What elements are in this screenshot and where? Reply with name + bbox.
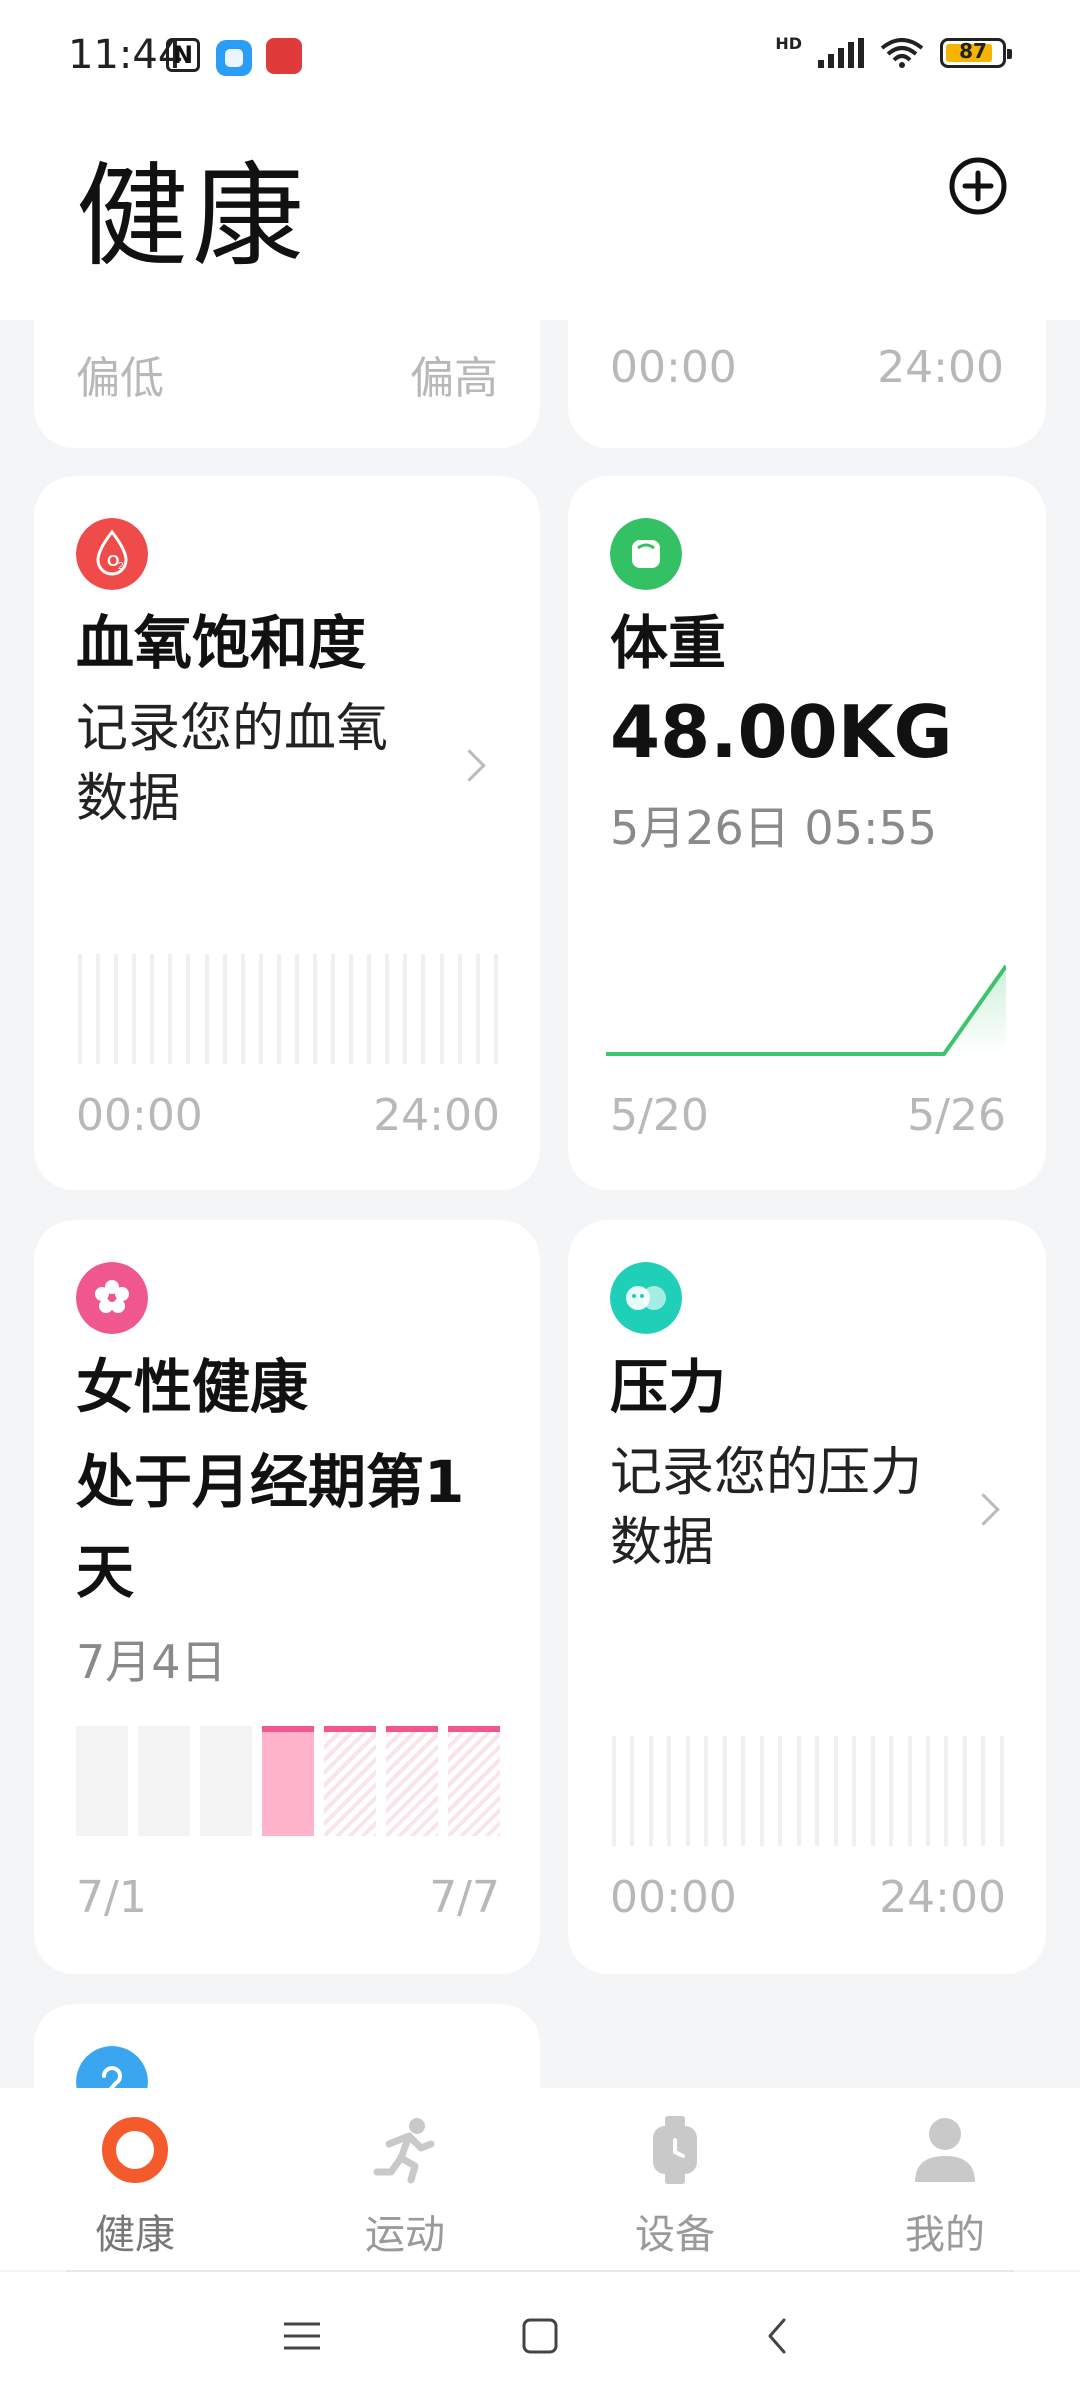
flower-icon bbox=[76, 1262, 148, 1334]
home-icon[interactable] bbox=[520, 2316, 560, 2356]
chevron-right-icon bbox=[453, 749, 486, 782]
app-notification-icon-2 bbox=[266, 38, 302, 74]
health-tab-icon bbox=[102, 2117, 168, 2183]
wifi-icon bbox=[880, 38, 924, 68]
watch-icon bbox=[653, 2116, 697, 2184]
axis-low-label: 偏低 bbox=[76, 353, 164, 404]
female-health-card[interactable]: 女性健康 处于月经期第1天 7月4日 7/1 7/7 bbox=[34, 1220, 540, 1974]
user-icon bbox=[915, 2118, 975, 2182]
weight-title: 体重 bbox=[610, 609, 727, 677]
spo2-title: 血氧饱和度 bbox=[76, 609, 367, 677]
female-health-title: 女性健康 bbox=[76, 1353, 309, 1421]
status-indicators: HD 87 bbox=[775, 34, 1012, 68]
nav-label-devices: 设备 bbox=[635, 2212, 715, 2258]
add-card-button[interactable] bbox=[948, 156, 1008, 216]
app-notification-icon bbox=[216, 40, 252, 76]
weight-card[interactable]: 体重 48.00KG 5月26日 05:55 5/20 5/26 bbox=[568, 476, 1046, 1190]
spo2-subtitle: 记录您的血氧数据 bbox=[76, 699, 389, 830]
cycle-chart bbox=[76, 1726, 500, 1836]
system-navigation-bar bbox=[0, 2272, 1080, 2400]
nfc-icon: N bbox=[166, 38, 200, 72]
battery-icon: 87 bbox=[940, 38, 1012, 68]
axis-end-label: 24:00 bbox=[877, 342, 1004, 393]
nav-tab-devices[interactable]: 设备 bbox=[600, 2114, 750, 2260]
axis-high-label: 偏高 bbox=[410, 353, 498, 404]
cycle-day-bar bbox=[76, 1726, 128, 1836]
cycle-day-bar bbox=[138, 1726, 190, 1836]
battery-level: 87 bbox=[959, 39, 987, 63]
spo2-icon: O 2 bbox=[76, 518, 148, 590]
status-bar: 11:44 N HD 87 bbox=[0, 0, 1080, 110]
axis-start-label: 00:00 bbox=[610, 342, 737, 393]
nav-tab-sports[interactable]: 运动 bbox=[330, 2114, 480, 2260]
page-header: 健康 bbox=[0, 110, 1080, 320]
bottom-navigation: 健康 运动 设备 我的 bbox=[0, 2088, 1080, 2270]
spo2-axis-end: 24:00 bbox=[373, 1090, 500, 1141]
weight-trend-chart bbox=[606, 964, 1006, 1056]
back-icon[interactable] bbox=[758, 2316, 798, 2356]
signal-icon bbox=[818, 38, 864, 68]
weight-date: 5月26日 05:55 bbox=[610, 801, 937, 855]
cycle-day-bar bbox=[200, 1726, 252, 1836]
nav-label-sports: 运动 bbox=[365, 2212, 445, 2258]
stress-empty-chart bbox=[612, 1736, 1004, 1846]
female-health-date: 7月4日 bbox=[76, 1635, 227, 1689]
female-axis-end: 7/7 bbox=[429, 1872, 500, 1923]
stress-face-icon bbox=[610, 1262, 682, 1334]
hd-indicator: HD bbox=[775, 33, 802, 53]
nav-tab-health[interactable]: 健康 bbox=[60, 2114, 210, 2260]
page-title: 健康 bbox=[76, 152, 308, 282]
spo2-card[interactable]: O 2 血氧饱和度 记录您的血氧数据 00:00 24:00 bbox=[34, 476, 540, 1190]
stress-card[interactable]: 压力 记录您的压力数据 00:00 24:00 bbox=[568, 1220, 1046, 1974]
nav-label-me: 我的 bbox=[905, 2212, 985, 2258]
stress-axis-end: 24:00 bbox=[879, 1872, 1006, 1923]
running-icon bbox=[373, 2118, 435, 2184]
female-axis-start: 7/1 bbox=[76, 1872, 147, 1923]
scale-icon bbox=[610, 518, 682, 590]
weight-value: 48.00KG bbox=[610, 690, 953, 774]
cycle-day-bar-current bbox=[262, 1726, 314, 1836]
spo2-axis-start: 00:00 bbox=[76, 1090, 203, 1141]
weight-axis-start: 5/20 bbox=[610, 1090, 709, 1141]
spo2-empty-chart bbox=[78, 954, 498, 1064]
partial-card-left[interactable]: 偏低 偏高 bbox=[34, 290, 540, 448]
stress-subtitle: 记录您的压力数据 bbox=[610, 1443, 923, 1574]
nav-label-health: 健康 bbox=[95, 2212, 175, 2258]
female-health-status: 处于月经期第1天 bbox=[76, 1448, 465, 1606]
chevron-right-icon bbox=[967, 1493, 1000, 1526]
stress-axis-start: 00:00 bbox=[610, 1872, 737, 1923]
weight-axis-end: 5/26 bbox=[907, 1090, 1006, 1141]
partial-card-right[interactable]: 00:00 24:00 bbox=[568, 290, 1046, 448]
nav-tab-me[interactable]: 我的 bbox=[870, 2114, 1020, 2260]
cycle-day-bar-predicted bbox=[324, 1726, 376, 1836]
stress-title: 压力 bbox=[610, 1353, 727, 1421]
menu-icon[interactable] bbox=[282, 2316, 322, 2356]
cycle-day-bar-predicted bbox=[386, 1726, 438, 1836]
cycle-day-bar-predicted bbox=[448, 1726, 500, 1836]
weight-trend-line bbox=[606, 964, 1006, 1056]
svg-text:2: 2 bbox=[118, 561, 124, 572]
